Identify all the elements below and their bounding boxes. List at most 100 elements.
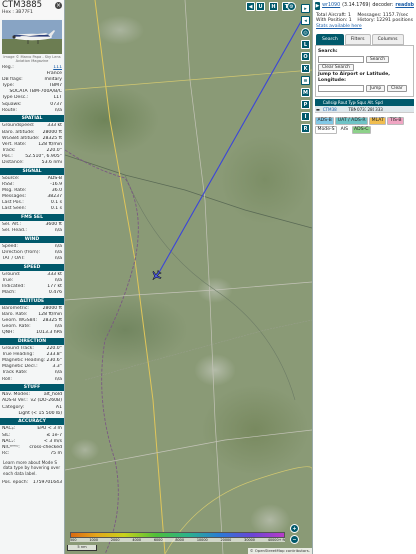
toggle-I-button[interactable]: I <box>301 112 310 121</box>
zoom-in-button[interactable]: + <box>290 524 299 533</box>
col-header-speed[interactable]: Spd. (kt) <box>374 99 383 106</box>
col-header-altitude[interactable]: Alt. (ft) <box>366 99 374 106</box>
layers-icon[interactable]: ◎ <box>301 28 310 37</box>
search-panel: Search: Search Clear Search Jump to Airp… <box>315 45 414 98</box>
altitude-label: QNH: <box>2 330 15 336</box>
altitude-section: Barometric: 28000 ft Baro. Rate: 128 ft/min… <box>0 306 64 336</box>
panel-toggle-button[interactable]: ▸ <box>301 4 310 13</box>
pos-epoch-row: Pos. epoch: 1759701643 <box>0 480 64 486</box>
map-attribution[interactable]: © OpenStreetMap contributors. <box>247 548 312 554</box>
signal-label: Last Seen: <box>2 206 27 212</box>
version-header: ▶ wr1090 (3.14.1769) decoder: readsb <box>313 0 416 11</box>
spatial-section: Groundspeed: 333 kt Baro. altitude: 28000 f… <box>0 123 64 166</box>
speed-section: Ground: 333 kt True: n/a Indicated: 177 kt Mac… <box>0 272 64 296</box>
aircraft-marker-icon[interactable] <box>149 268 163 283</box>
collapse-right-icon[interactable]: ▶ <box>315 1 321 10</box>
collapse-left-icon[interactable]: ◂ <box>301 16 310 25</box>
toggle-O-button[interactable]: O <box>301 52 310 61</box>
panel-tabs: Search Filters Columns <box>313 31 416 46</box>
col-header-callsign[interactable]: Callsign <box>322 99 337 106</box>
altitude-legend-label: 4000 <box>132 538 141 542</box>
toggle-P-button[interactable]: P <box>301 100 310 109</box>
direction-row: Roll: n/a <box>0 377 64 383</box>
col-header-type[interactable]: Type <box>347 99 356 106</box>
map-view[interactable]: ◀ U H T ⚙ ▸ ◂ ◎ L O K ≡ M P I R + − 5001… <box>65 0 312 554</box>
legend-uat-adsr[interactable]: UAT / ADS-R <box>335 117 369 126</box>
speed-value: 0.476 <box>48 290 62 296</box>
stats-available-link[interactable]: Stats available here <box>316 24 413 29</box>
stuff-row: Light (< 15 500 lb) <box>0 411 64 417</box>
legend-ais[interactable]: AIS <box>338 126 351 135</box>
spatial-section-title: SPATIAL <box>0 115 64 123</box>
row-type: TBM7 <box>348 107 356 113</box>
col-header-route[interactable]: Route <box>337 99 347 106</box>
toggle-L-button[interactable]: L <box>301 40 310 49</box>
map-back-button[interactable]: ◀ <box>246 2 255 11</box>
aircraft-info-panel: CTM3885 Hex : 3B77F1 × Image © Marco Pap… <box>0 0 65 554</box>
clear-search-button[interactable]: Clear Search <box>318 64 354 72</box>
signal-row: Last Seen: 0.1 s <box>0 206 64 212</box>
decoder-label: decoder: <box>372 3 394 8</box>
spatial-row: Distance: 53.6 nmi <box>0 160 64 166</box>
filter-icon[interactable]: ≡ <box>301 76 310 85</box>
legend-adsc[interactable]: ADS-C <box>351 126 371 135</box>
direction-section: Ground Track: 220.0° True Heading: 233.8° Ma… <box>0 346 64 383</box>
wind-section: Speed: n/a Direction (from): n/a TAT / OAT: n… <box>0 244 64 262</box>
tab-search[interactable]: Search <box>316 34 344 46</box>
decoder-link[interactable]: readsb <box>395 3 414 8</box>
table-row[interactable]: ▬ CTM3885 TBM7 0737 28000 333 <box>315 106 414 114</box>
row-route <box>337 106 347 112</box>
tab-columns[interactable]: Columns <box>371 34 404 46</box>
version-link[interactable]: wr1090 <box>322 3 340 8</box>
aircraft-photo[interactable] <box>2 20 62 54</box>
zoom-out-button[interactable]: − <box>290 535 299 544</box>
col-header-squawk[interactable]: Squawk <box>356 99 366 106</box>
direction-value: n/a <box>54 376 62 382</box>
table-header: Callsign Route Type Squawk Alt. (ft) Spd… <box>315 99 414 107</box>
legend-tisb[interactable]: TIS-B <box>387 117 405 126</box>
jump-input[interactable] <box>318 85 364 93</box>
fms-value: n/a <box>54 228 62 234</box>
pos-epoch-label: Pos. epoch: <box>2 479 29 485</box>
search-button[interactable]: Search <box>366 56 390 64</box>
altitude-legend-label: 1000 <box>89 538 98 542</box>
col-header-flag[interactable] <box>315 99 322 106</box>
signal-value: 0.1 s <box>50 206 62 212</box>
legend-adsb[interactable]: ADS-B <box>315 117 335 126</box>
clear-button[interactable]: Clear <box>387 85 407 93</box>
col-header-extra[interactable] <box>383 99 414 106</box>
hide-button[interactable]: H <box>269 2 278 11</box>
stuff-section: Nav. Modes: alt_hold ADS-B Ver.: v2 (DO-260… <box>0 392 64 416</box>
legend-modes[interactable]: Mode-S <box>315 126 338 135</box>
aircraft-hex: Hex : 3B77F1 <box>2 10 33 15</box>
settings-gear-icon[interactable]: ⚙ <box>287 2 296 11</box>
stuff-section-title: STUFF <box>0 384 64 392</box>
search-label: Search: <box>318 49 338 55</box>
search-input[interactable] <box>318 56 364 64</box>
toggle-M-button[interactable]: M <box>301 88 310 97</box>
tab-filters[interactable]: Filters <box>344 34 371 46</box>
jump-button[interactable]: Jump <box>366 85 386 93</box>
aircraft-track <box>156 17 304 277</box>
toggle-R-button[interactable]: R <box>301 124 310 133</box>
speed-section-title: SPEED <box>0 263 64 271</box>
signal-section: Source: ADS-B RSSI: -16.9 Msg. Rate: 36.0 Mess… <box>0 176 64 213</box>
close-icon[interactable]: × <box>55 2 62 9</box>
legend-mlat[interactable]: MLAT <box>369 117 387 126</box>
jump-label: Jump to Airport or Latitude, Longitude: <box>318 72 390 84</box>
altitude-legend-label: 8000 <box>175 538 184 542</box>
version-number: (3.14.1769) <box>342 3 371 8</box>
map-layer <box>65 0 312 554</box>
altitude-legend-label: 40000+ ft <box>267 538 285 542</box>
row-callsign[interactable]: CTM3885 <box>322 106 337 112</box>
accuracy-section: NACₚ: EPU < 3 m SIL: ≤ 1e-7 NACᵥ: < 3 m/s NICᴮ… <box>0 426 64 456</box>
scale-bar: 5 nm <box>67 545 97 551</box>
stuff-value: Light (< 15 500 lb) <box>18 410 62 416</box>
altitude-legend-labels: 500 1000 2000 4000 6000 8000 10000 20000 30000 40… <box>70 538 285 542</box>
signal-section-title: SIGNAL <box>0 167 64 175</box>
toggle-K-button[interactable]: K <box>301 64 310 73</box>
units-button[interactable]: U <box>256 2 265 11</box>
altitude-legend-label: 30000 <box>244 538 255 542</box>
mode-s-help-note: Learn more about Mode S data type by hov… <box>3 459 61 477</box>
pos-epoch-value: 1759701643 <box>32 479 62 485</box>
